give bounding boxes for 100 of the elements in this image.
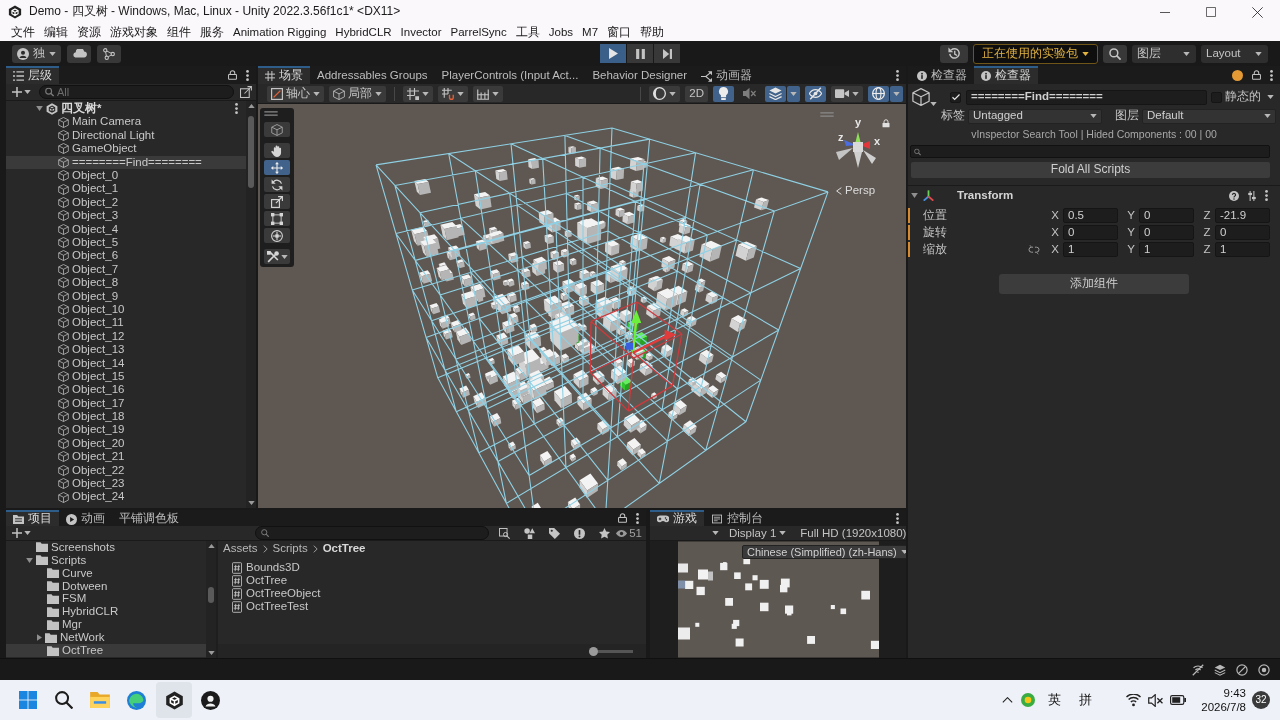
tray-app-button[interactable]	[1021, 693, 1036, 707]
gizmos-toggle[interactable]	[868, 85, 889, 102]
breadcrumb-link[interactable]: Assets	[223, 542, 258, 556]
hierarchy-item[interactable]: Object_18	[6, 410, 246, 424]
number-field[interactable]: 0	[1063, 225, 1118, 240]
resolution-dropdown[interactable]: Full HD (1920x1080)	[796, 525, 906, 541]
tool-button[interactable]	[264, 249, 290, 264]
number-field[interactable]: 0.5	[1063, 208, 1118, 223]
scrollbar[interactable]	[206, 541, 216, 658]
hierarchy-item[interactable]: Object_12	[6, 329, 246, 344]
tool-button[interactable]	[264, 211, 290, 226]
history-button[interactable]	[940, 44, 968, 63]
slider-thumb[interactable]	[589, 646, 598, 656]
panel-tab[interactable]: 层级	[6, 66, 59, 84]
folder-item[interactable]: HybridCLR	[6, 605, 206, 619]
increment-snap-button[interactable]	[438, 85, 468, 102]
menu-item[interactable]: 资源	[77, 25, 101, 40]
panel-tab[interactable]: PlayerControls (Input Act...	[434, 66, 586, 84]
hierarchy-item[interactable]: Main Camera	[6, 115, 246, 129]
menu-item[interactable]: 工具	[515, 25, 540, 40]
menu-item[interactable]: ParrelSync	[450, 25, 507, 40]
collaborate-button[interactable]	[97, 44, 121, 63]
hierarchy-item[interactable]: Object_13	[6, 343, 246, 357]
hierarchy-item[interactable]: Object_21	[6, 450, 246, 464]
hierarchy-item[interactable]: GameObject	[6, 142, 246, 156]
tool-button[interactable]	[264, 143, 290, 158]
hierarchy-item[interactable]: Object_23	[6, 476, 246, 491]
script-file-item[interactable]: OctTree	[218, 574, 646, 587]
effects-menu-button[interactable]	[787, 85, 800, 102]
menu-item[interactable]: Jobs	[548, 25, 574, 40]
camera-dropdown[interactable]	[831, 85, 863, 102]
cloud-button[interactable]	[67, 44, 91, 63]
hierarchy-item[interactable]: Object_17	[6, 396, 246, 410]
hierarchy-item[interactable]: Object_5	[6, 235, 246, 250]
folder-item[interactable]: Dotween	[6, 579, 206, 593]
hierarchy-item[interactable]: Object_10	[6, 302, 246, 317]
search-scene-button[interactable]	[499, 526, 511, 540]
experimental-packages-button[interactable]: 正在使用的实验包	[973, 43, 1098, 64]
menu-item[interactable]: M7	[582, 25, 599, 40]
hierarchy-item[interactable]: ========Find========	[6, 155, 246, 169]
clock-time[interactable]: 9:43	[1223, 685, 1246, 700]
hierarchy-item[interactable]: Object_1	[6, 182, 246, 196]
panel-tab[interactable]: 控制台	[704, 510, 770, 526]
script-file-item[interactable]: OctTreeTest	[218, 600, 646, 613]
menu-item[interactable]: HybridCLR	[335, 25, 392, 40]
hierarchy-item[interactable]: Object_3	[6, 209, 246, 223]
favorites-button[interactable]	[599, 526, 611, 540]
breadcrumb-link[interactable]: OctTree	[322, 542, 366, 556]
tool-button[interactable]	[264, 160, 290, 175]
number-field[interactable]: -21.9	[1215, 208, 1270, 223]
panel-tab[interactable]: 动画	[59, 510, 112, 526]
menu-item[interactable]: 组件	[167, 25, 191, 40]
folder-item[interactable]: NetWork	[6, 631, 206, 645]
hierarchy-item[interactable]: Object_11	[6, 316, 246, 330]
folder-item[interactable]: FSM	[6, 592, 206, 606]
add-component-button[interactable]: 添加组件	[999, 274, 1189, 294]
inspector-search-field[interactable]	[910, 145, 1270, 158]
visibility-toggle[interactable]	[805, 85, 826, 102]
menu-item[interactable]: 游戏对象	[110, 25, 158, 40]
tool-button[interactable]	[264, 194, 290, 209]
number-field[interactable]: 1	[1215, 242, 1270, 257]
pivot-dropdown[interactable]: 轴心	[267, 85, 324, 102]
hierarchy-item[interactable]: Object_20	[6, 436, 246, 451]
panel-tab[interactable]: 项目	[6, 510, 59, 526]
pause-button[interactable]	[627, 44, 653, 63]
scene-visibility-button[interactable]	[240, 85, 252, 99]
hierarchy-item[interactable]: Object_9	[6, 289, 246, 303]
tag-dropdown[interactable]: Untagged	[968, 108, 1102, 124]
breadcrumb-link[interactable]: Scripts	[272, 542, 308, 556]
layers-dropdown[interactable]: 图层	[1132, 44, 1196, 63]
search-field[interactable]: All	[39, 85, 234, 99]
hidden-packages-button[interactable]: 51	[616, 526, 642, 540]
taskbar-app-button[interactable]	[156, 682, 192, 718]
account-button[interactable]: 独	[12, 44, 61, 63]
number-field[interactable]: 0	[1215, 225, 1270, 240]
scrollbar-thumb[interactable]	[248, 116, 254, 188]
search-field[interactable]	[255, 526, 490, 540]
script-file-item[interactable]: Bounds3D	[218, 561, 646, 574]
panel-tab[interactable]: 场景	[258, 66, 310, 84]
axis-gizmo-icon[interactable]	[836, 132, 876, 168]
folder-item[interactable]: OctTree	[6, 644, 206, 657]
icon-size-slider[interactable]	[589, 646, 633, 656]
hierarchy-item[interactable]: Directional Light	[6, 128, 246, 143]
folder-item[interactable]: Mgr	[6, 618, 206, 632]
number-field[interactable]: 1	[1139, 242, 1194, 257]
clock-date[interactable]: 2026/7/8	[1201, 700, 1246, 715]
shading-dropdown[interactable]	[649, 85, 681, 102]
input-language-indicator[interactable]: 英	[1039, 692, 1071, 708]
display-dropdown[interactable]: Display 1	[725, 525, 791, 541]
folder-item[interactable]: Screenshots	[6, 541, 206, 554]
panel-tab[interactable]: Addressables Groups	[310, 66, 435, 84]
create-button[interactable]	[10, 85, 33, 99]
menu-item[interactable]: Invector	[400, 25, 442, 40]
hierarchy-item[interactable]: Object_24	[6, 490, 246, 504]
gizmos-menu-button[interactable]	[890, 85, 903, 102]
menu-item[interactable]: 窗口	[607, 25, 632, 40]
hierarchy-item[interactable]: Object_0	[6, 168, 246, 183]
tool-button[interactable]	[264, 228, 290, 243]
panel-tab[interactable]: 平铺调色板	[112, 510, 186, 526]
menu-item[interactable]: Animation Rigging	[233, 25, 327, 40]
